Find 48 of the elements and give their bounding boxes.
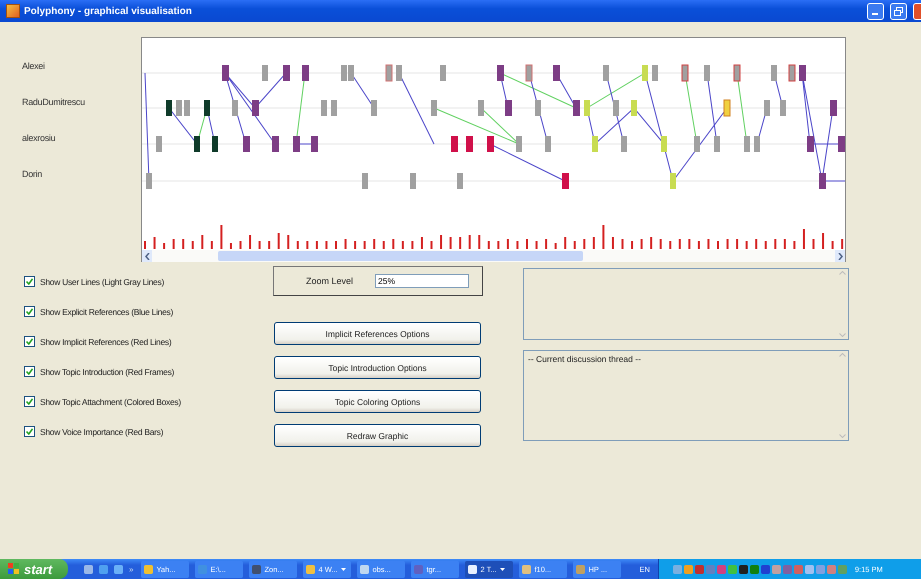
close-button[interactable] <box>913 2 921 20</box>
more-chevron[interactable]: » <box>129 564 134 574</box>
app-icon <box>6 4 20 18</box>
options-button[interactable]: Implicit References Options <box>274 322 481 345</box>
option-label: Show Topic Attachment (Colored Boxes) <box>40 396 181 406</box>
user-name: RaduDumitrescu <box>22 97 86 108</box>
scroll-right-button[interactable] <box>835 250 845 262</box>
user-name: Alexei <box>22 61 46 72</box>
window-title: Polyphony - graphical visualisation <box>24 6 193 16</box>
options-button[interactable]: Topic Introduction Options <box>274 356 481 379</box>
thread-text: -- Current discussion thread -- <box>527 353 642 366</box>
checkbox[interactable] <box>24 336 35 347</box>
zoom-level-input[interactable]: 25% <box>375 274 469 288</box>
app-icon <box>414 564 424 574</box>
scroll-left-button[interactable] <box>142 250 152 262</box>
app-icon <box>360 564 370 574</box>
checkbox[interactable] <box>24 306 35 317</box>
option-label: Show User Lines (Light Gray Lines) <box>40 276 164 286</box>
option-label: Show Implicit References (Red Lines) <box>40 336 172 346</box>
restore-icon <box>894 6 903 16</box>
user-name: alexrosiu <box>22 133 56 144</box>
vertical-scrollbar[interactable] <box>837 269 848 339</box>
info-text-area[interactable] <box>523 268 849 340</box>
checkbox[interactable] <box>24 396 35 407</box>
thread-text-area[interactable]: -- Current discussion thread -- <box>523 350 849 441</box>
user-name: Dorin <box>22 169 44 180</box>
vertical-scrollbar[interactable] <box>837 351 848 440</box>
checkbox[interactable] <box>24 366 35 377</box>
scroll-thumb[interactable] <box>218 251 583 261</box>
checkbox[interactable] <box>24 276 35 287</box>
app-icon <box>306 564 316 574</box>
app-icon <box>576 564 586 574</box>
option-label: Show Voice Importance (Red Bars) <box>40 426 164 436</box>
app-icon <box>144 564 154 574</box>
options-button[interactable]: Topic Coloring Options <box>274 390 481 413</box>
app-icon <box>468 564 478 574</box>
start-button[interactable]: start <box>0 559 68 579</box>
minimize-button[interactable] <box>867 2 884 20</box>
maximize-button[interactable] <box>890 2 907 20</box>
option-label: Show Explicit References (Blue Lines) <box>40 306 173 316</box>
app-icon <box>252 564 262 574</box>
option-label: Show Topic Introduction (Red Frames) <box>40 366 174 376</box>
horizontal-scrollbar[interactable] <box>142 250 845 262</box>
zoom-label: Zoom Level <box>306 276 354 286</box>
options-button[interactable]: Redraw Graphic <box>274 424 481 447</box>
windows-logo-icon <box>8 563 20 575</box>
checkbox[interactable] <box>24 426 35 437</box>
app-icon <box>522 564 532 574</box>
